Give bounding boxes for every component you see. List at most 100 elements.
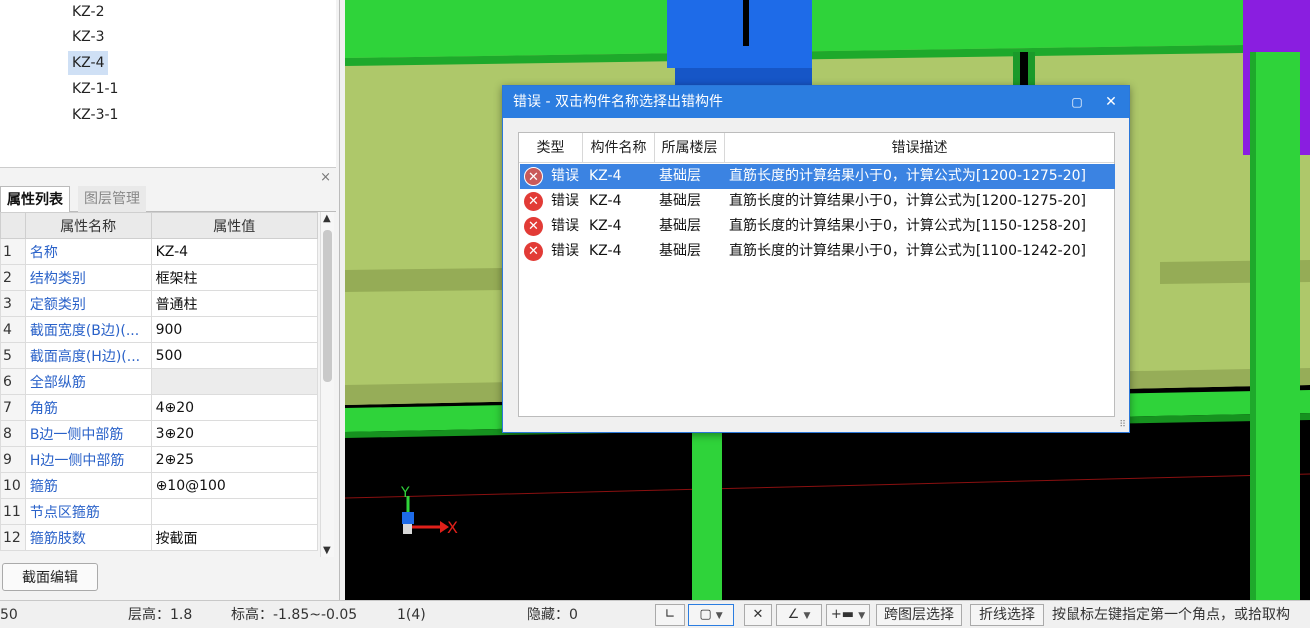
scroll-thumb[interactable] [323, 230, 332, 382]
tree-item[interactable]: KZ-2 [68, 0, 108, 24]
floor-height: 层高：1.8 [128, 607, 193, 623]
x-axis-label: X [447, 518, 458, 537]
offset-icon[interactable]: +▬ ▼ [826, 604, 870, 626]
property-value[interactable]: 500 [150, 342, 319, 369]
property-header-row: 属性名称 属性值 [0, 212, 319, 239]
property-name: 定额类别 [24, 290, 152, 317]
row-number: 11 [0, 498, 26, 525]
error-row-selected[interactable]: ✕ 错误 KZ-4 基础层 直筋长度的计算结果小于0，计算公式为[1200-12… [520, 164, 1115, 189]
error-row[interactable]: ✕ 错误 KZ-4 基础层 直筋长度的计算结果小于0，计算公式为[1200-12… [520, 189, 1115, 214]
scroll-up-icon[interactable]: ▲ [323, 213, 331, 224]
error-icon: ✕ [524, 192, 543, 211]
dialog-title-bar[interactable]: 错误 - 双击构件名称选择出错构件 [503, 86, 1129, 118]
property-name: 截面宽度(B边)(... [24, 316, 152, 343]
error-icon: ✕ [524, 167, 543, 186]
property-value[interactable]: 2⊕25 [150, 446, 319, 473]
column-stripe-dark [743, 0, 749, 46]
row-number: 6 [0, 368, 26, 395]
property-row[interactable]: 10 箍筋 ⊕10@100 [0, 472, 319, 499]
error-row[interactable]: ✕ 错误 KZ-4 基础层 直筋长度的计算结果小于0，计算公式为[1150-12… [520, 214, 1115, 239]
property-value[interactable]: ⊕10@100 [150, 472, 319, 499]
hidden-count: 隐藏：0 [527, 607, 578, 623]
status-hint: 按鼠标左键指定第一个角点，或拾取构 [1052, 607, 1290, 623]
property-name: 名称 [24, 238, 152, 265]
angle-icon[interactable]: ∠ ▼ [776, 604, 822, 626]
tab-property-list[interactable]: 属性列表 [0, 186, 70, 212]
resize-grip-icon[interactable]: ⠿ [1119, 420, 1126, 430]
status-bar: 50 层高：1.8 标高：-1.85~-0.05 1(4) 隐藏：0 ∟ ▢ ▼… [0, 600, 1310, 628]
polyline-select-button[interactable]: 折线选择 [970, 604, 1044, 626]
error-component: KZ-4 [589, 218, 622, 234]
property-scrollbar[interactable]: ▲ ▼ [320, 212, 334, 557]
property-row[interactable]: 5 截面高度(H边)(... 500 [0, 342, 319, 369]
axis-line [345, 473, 1310, 499]
property-row[interactable]: 2 结构类别 框架柱 [0, 264, 319, 291]
status-fragment: 50 [0, 607, 18, 623]
property-name: 角筋 [24, 394, 152, 421]
error-type: 错误 [551, 168, 579, 184]
cross-layer-select-button[interactable]: 跨图层选择 [876, 604, 962, 626]
property-value[interactable]: 4⊕20 [150, 394, 319, 421]
error-component: KZ-4 [589, 193, 622, 209]
error-component: KZ-4 [589, 168, 622, 184]
property-row[interactable]: 1 名称 KZ-4 [0, 238, 319, 265]
col-error-desc[interactable]: 错误描述 [725, 133, 1114, 163]
property-row[interactable]: 12 箍筋肢数 按截面 [0, 524, 319, 551]
row-number: 3 [0, 290, 26, 317]
close-icon[interactable]: ✕ [1103, 86, 1119, 118]
error-description: 直筋长度的计算结果小于0，计算公式为[1150-1258-20] [729, 218, 1087, 234]
row-number: 5 [0, 342, 26, 369]
tab-layer-management[interactable]: 图层管理 [78, 186, 146, 212]
error-type: 错误 [551, 193, 579, 209]
property-row[interactable]: 9 H边一侧中部筋 2⊕25 [0, 446, 319, 473]
property-name: 箍筋 [24, 472, 152, 499]
elevation: 标高：-1.85~-0.05 [231, 607, 358, 623]
row-number: 12 [0, 524, 26, 551]
ortho-icon[interactable]: ∟ [655, 604, 685, 626]
property-value[interactable] [150, 368, 319, 395]
tree-item[interactable]: KZ-3-1 [68, 103, 122, 127]
property-value[interactable]: 框架柱 [150, 264, 319, 291]
row-number: 9 [0, 446, 26, 473]
blue-column [667, 0, 812, 68]
property-row[interactable]: 3 定额类别 普通柱 [0, 290, 319, 317]
header-property-value: 属性值 [150, 212, 319, 239]
close-icon[interactable]: × [320, 170, 331, 185]
property-value[interactable]: KZ-4 [150, 238, 319, 265]
y-axis-label: Y [400, 485, 410, 501]
row-number: 10 [0, 472, 26, 499]
property-value[interactable]: 3⊕20 [150, 420, 319, 447]
col-type[interactable]: 类型 [519, 133, 583, 163]
property-row[interactable]: 7 角筋 4⊕20 [0, 394, 319, 421]
error-floor: 基础层 [659, 218, 701, 234]
property-row[interactable]: 8 B边一侧中部筋 3⊕20 [0, 420, 319, 447]
property-name: 全部纵筋 [24, 368, 152, 395]
property-row[interactable]: 11 节点区箍筋 [0, 498, 319, 525]
error-description: 直筋长度的计算结果小于0，计算公式为[1200-1275-20] [729, 193, 1087, 209]
tree-item-selected[interactable]: KZ-4 [68, 51, 109, 75]
cross-icon[interactable]: ✕ [744, 604, 772, 626]
property-row[interactable]: 4 截面宽度(B边)(... 900 [0, 316, 319, 343]
dialog-title: 错误 - 双击构件名称选择出错构件 [513, 94, 723, 110]
property-value[interactable] [150, 498, 319, 525]
tree-item[interactable]: KZ-1-1 [68, 77, 122, 101]
green-column-edge [1250, 52, 1256, 600]
section-edit-button[interactable]: 截面编辑 [2, 563, 98, 591]
snap-icon[interactable]: ▢ ▼ [688, 604, 734, 626]
property-row[interactable]: 6 全部纵筋 [0, 368, 319, 395]
error-floor: 基础层 [659, 193, 701, 209]
error-floor: 基础层 [659, 243, 701, 259]
property-name: 节点区箍筋 [24, 498, 152, 525]
property-value[interactable]: 按截面 [150, 524, 319, 551]
maximize-icon[interactable]: ▢ [1069, 86, 1085, 118]
property-name: 结构类别 [24, 264, 152, 291]
property-value[interactable]: 普通柱 [150, 290, 319, 317]
header-property-name: 属性名称 [24, 212, 152, 239]
col-component-name[interactable]: 构件名称 [583, 133, 655, 163]
scroll-down-icon[interactable]: ▼ [323, 545, 331, 556]
green-column [1255, 52, 1300, 600]
property-value[interactable]: 900 [150, 316, 319, 343]
col-floor[interactable]: 所属楼层 [655, 133, 725, 163]
tree-item[interactable]: KZ-3 [68, 25, 108, 49]
error-row[interactable]: ✕ 错误 KZ-4 基础层 直筋长度的计算结果小于0，计算公式为[1100-12… [520, 239, 1115, 264]
